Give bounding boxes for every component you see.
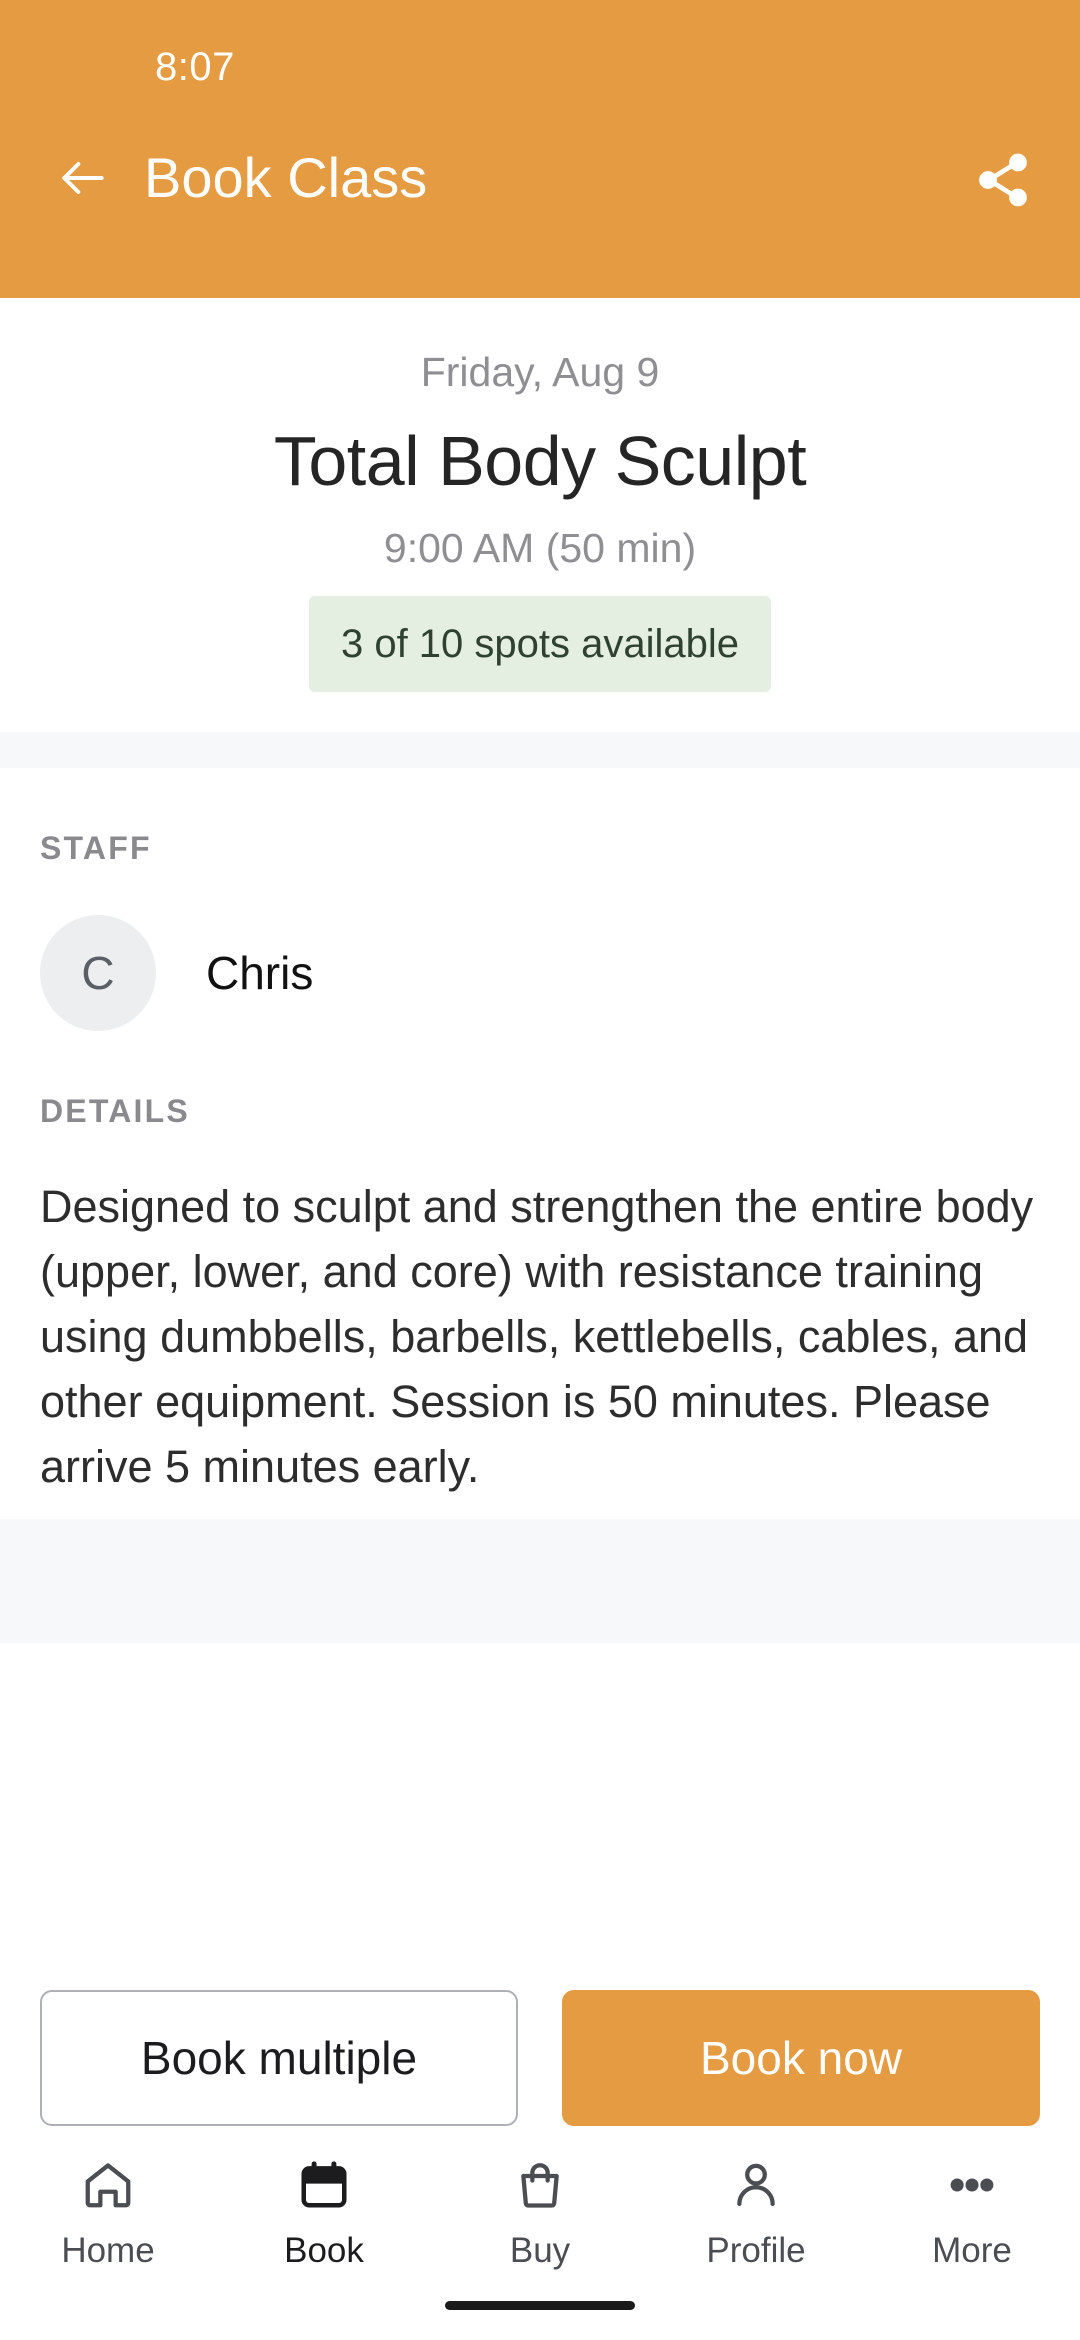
back-button[interactable] bbox=[52, 147, 114, 209]
ellipsis-icon bbox=[945, 2154, 999, 2216]
availability-badge: 3 of 10 spots available bbox=[308, 596, 772, 692]
nav-label-book: Book bbox=[284, 2231, 364, 2270]
nav-item-profile[interactable]: Profile bbox=[648, 2154, 864, 2270]
class-date: Friday, Aug 9 bbox=[420, 349, 660, 395]
home-indicator[interactable] bbox=[445, 2300, 635, 2310]
avatar-initial: C bbox=[81, 947, 115, 999]
status-bar: 8:07 bbox=[0, 0, 1080, 135]
page-title: Book Class bbox=[144, 146, 428, 209]
app-bar: 8:07 Book Class bbox=[0, 0, 1080, 298]
home-indicator-area bbox=[0, 2270, 1080, 2340]
nav-item-more[interactable]: More bbox=[864, 2154, 1080, 2270]
class-time: 9:00 AM (50 min) bbox=[383, 525, 697, 571]
details-body: Designed to sculpt and strengthen the en… bbox=[40, 1181, 1034, 1492]
person-icon bbox=[729, 2154, 783, 2216]
nav-item-book[interactable]: Book bbox=[216, 2154, 432, 2270]
content-spacer bbox=[0, 1643, 1080, 1990]
class-name: Total Body Sculpt bbox=[273, 422, 807, 500]
share-icon bbox=[973, 150, 1033, 215]
class-summary: Friday, Aug 9 Total Body Sculpt 9:00 AM … bbox=[0, 298, 1080, 732]
calendar-icon bbox=[297, 2154, 351, 2216]
section-divider-bottom bbox=[0, 1519, 1080, 1643]
nav-label-more: More bbox=[932, 2231, 1012, 2270]
action-bar: Book multiple Book now bbox=[0, 1990, 1080, 2126]
staff-name: Chris bbox=[206, 947, 314, 999]
book-multiple-button[interactable]: Book multiple bbox=[40, 1990, 518, 2126]
book-now-button[interactable]: Book now bbox=[562, 1990, 1040, 2126]
arrow-left-icon bbox=[55, 150, 111, 206]
staff-row[interactable]: C Chris bbox=[40, 915, 1040, 1031]
share-button[interactable] bbox=[970, 149, 1036, 215]
bag-icon bbox=[513, 2154, 567, 2216]
class-details-content: STAFF C Chris DETAILS Designed to sculpt… bbox=[0, 768, 1080, 1519]
app-bar-row: Book Class bbox=[0, 135, 1080, 298]
nav-item-buy[interactable]: Buy bbox=[432, 2154, 648, 2270]
nav-label-home: Home bbox=[61, 2231, 155, 2270]
nav-item-home[interactable]: Home bbox=[0, 2154, 216, 2270]
bottom-navigation: Home Book Buy Profile More bbox=[0, 2126, 1080, 2270]
status-bar-clock: 8:07 bbox=[155, 45, 235, 89]
details-section-label: DETAILS bbox=[40, 1093, 190, 1129]
book-class-screen: 8:07 Book Class Friday, Aug 9 Total Body… bbox=[0, 0, 1080, 2340]
staff-section-label: STAFF bbox=[40, 830, 152, 866]
home-icon bbox=[81, 2154, 135, 2216]
nav-label-profile: Profile bbox=[706, 2231, 806, 2270]
avatar: C bbox=[40, 915, 156, 1031]
section-divider-top bbox=[0, 732, 1080, 768]
nav-label-buy: Buy bbox=[509, 2231, 571, 2270]
